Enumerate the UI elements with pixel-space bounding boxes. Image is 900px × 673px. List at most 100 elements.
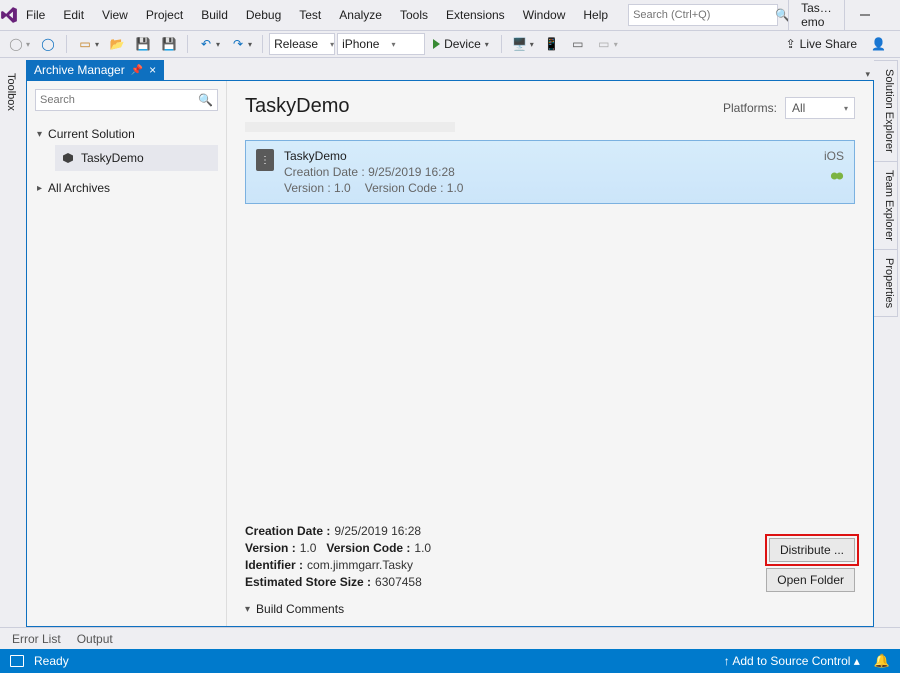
chevron-down-icon: ▾ <box>844 104 848 113</box>
archive-icon: ⋮ <box>256 149 274 171</box>
open-folder-button[interactable]: Open Folder <box>766 568 855 592</box>
menu-debug[interactable]: Debug <box>238 4 289 26</box>
tree-current-solution[interactable]: Current Solution <box>35 123 218 145</box>
platform-dropdown[interactable]: iPhone▾ <box>337 33 425 55</box>
distribute-button[interactable]: Distribute ... <box>769 538 855 562</box>
configuration-dropdown[interactable]: Release▾ <box>269 33 335 55</box>
menu-edit[interactable]: Edit <box>55 4 92 26</box>
pair-to-mac-button[interactable]: 🖥️▾ <box>508 34 538 54</box>
menu-tools[interactable]: Tools <box>392 4 436 26</box>
detail-versioncode-label: Version Code : <box>326 541 410 555</box>
tablet-button[interactable]: ▭▾ <box>592 34 622 54</box>
card-version-value: 1.0 <box>334 181 351 195</box>
quick-launch-search[interactable]: 🔍 <box>628 4 778 26</box>
menu-analyze[interactable]: Analyze <box>331 4 390 26</box>
status-window-icon <box>10 655 24 667</box>
archive-search-input[interactable] <box>40 94 198 106</box>
detail-date-label: Creation Date : <box>245 524 330 538</box>
pin-icon[interactable]: 📌 <box>131 65 143 76</box>
output-tab[interactable]: Output <box>75 630 115 648</box>
tree-label: All Archives <box>48 181 110 195</box>
device-log-button[interactable]: 📱 <box>540 34 564 54</box>
ios-badge-icon <box>830 169 844 183</box>
redo-button[interactable]: ↷▾ <box>226 34 256 54</box>
save-button[interactable]: 💾 <box>131 34 155 54</box>
card-version-label: Version : <box>284 181 331 195</box>
add-to-source-control[interactable]: ↑ Add to Source Control ▴ <box>724 654 860 668</box>
tab-overflow-button[interactable]: ▾ <box>865 69 870 80</box>
tree-project-label: TaskyDemo <box>81 151 144 165</box>
error-list-tab[interactable]: Error List <box>10 630 63 648</box>
status-bar: Ready ↑ Add to Source Control ▴ 🔔 <box>0 649 900 673</box>
live-share-label: Live Share <box>800 37 857 51</box>
card-date-label: Creation Date : <box>284 165 365 179</box>
nav-forward-button[interactable]: ◯ <box>36 34 60 54</box>
tab-title: Archive Manager <box>34 63 125 77</box>
detail-version-label: Version : <box>245 541 296 555</box>
start-target-label: Device <box>444 37 481 51</box>
menu-build[interactable]: Build <box>193 4 236 26</box>
close-tab-icon[interactable]: × <box>149 65 156 75</box>
play-icon <box>433 39 440 49</box>
undo-button[interactable]: ↶▾ <box>194 34 224 54</box>
live-share-button[interactable]: ⇪ Live Share <box>780 35 863 53</box>
live-share-icon: ⇪ <box>786 37 796 51</box>
platforms-dropdown[interactable]: All ▾ <box>785 97 855 119</box>
tree-project-item[interactable]: TaskyDemo <box>55 145 218 171</box>
archive-detail-pane: TaskyDemo Platforms: All ▾ ⋮ TaskyDemo C… <box>227 81 873 626</box>
main-toolbar: ◯▾ ◯ ▭▾ 📂 💾 💾 ↶▾ ↷▾ Release▾ iPhone▾ Dev… <box>0 30 900 58</box>
card-versioncode-label: Version Code : <box>365 181 444 195</box>
search-icon: 🔍 <box>198 93 213 107</box>
detail-version-value: 1.0 <box>300 541 317 555</box>
platforms-value: All <box>792 101 805 115</box>
configuration-value: Release <box>274 37 318 51</box>
archive-details: Creation Date : 9/25/2019 16:28 Version :… <box>245 524 855 589</box>
build-comments-label: Build Comments <box>256 602 344 616</box>
toolbox-tab[interactable]: Toolbox <box>2 66 20 118</box>
menu-extensions[interactable]: Extensions <box>438 4 513 26</box>
archive-subtitle-placeholder <box>245 122 455 132</box>
card-versioncode-value: 1.0 <box>447 181 464 195</box>
quick-launch-input[interactable] <box>633 9 775 21</box>
archive-search-box[interactable]: 🔍 <box>35 89 218 111</box>
open-file-button[interactable]: 📂 <box>105 34 129 54</box>
detail-size-label: Estimated Store Size : <box>245 575 371 589</box>
platforms-label: Platforms: <box>723 101 777 115</box>
archive-manager-tab[interactable]: Archive Manager 📌 × <box>26 60 164 80</box>
new-project-button[interactable]: ▭▾ <box>73 34 103 54</box>
tree-label: Current Solution <box>48 127 135 141</box>
menu-file[interactable]: File <box>18 4 53 26</box>
nav-back-button[interactable]: ◯▾ <box>4 34 34 54</box>
archive-name: TaskyDemo <box>284 149 463 163</box>
start-debug-button[interactable]: Device ▾ <box>427 35 495 53</box>
device-button[interactable]: ▭ <box>566 34 590 54</box>
menu-project[interactable]: Project <box>138 4 191 26</box>
menu-view[interactable]: View <box>94 4 136 26</box>
menubar: FileEditViewProjectBuildDebugTestAnalyze… <box>18 4 616 26</box>
detail-date-value: 9/25/2019 16:28 <box>334 524 421 538</box>
menu-test[interactable]: Test <box>291 4 329 26</box>
card-date-value: 9/25/2019 16:28 <box>368 165 455 179</box>
project-icon <box>63 153 73 163</box>
minimize-button[interactable] <box>845 0 885 30</box>
detail-size-value: 6307458 <box>375 575 422 589</box>
menu-window[interactable]: Window <box>515 4 574 26</box>
status-ready-label: Ready <box>34 654 69 668</box>
tree-all-archives[interactable]: All Archives <box>35 177 218 199</box>
platform-value: iPhone <box>342 37 379 51</box>
source-control-label: Add to Source Control <box>732 654 850 668</box>
archive-sidebar: 🔍 Current Solution TaskyDemo All Archive… <box>27 81 227 626</box>
archive-row[interactable]: ⋮ TaskyDemo Creation Date : 9/25/2019 16… <box>245 140 855 204</box>
build-comments-expander[interactable]: Build Comments <box>245 602 855 616</box>
maximize-button[interactable] <box>885 0 900 30</box>
detail-identifier-value: com.jimmgarr.Tasky <box>307 558 413 572</box>
archive-title: TaskyDemo <box>245 95 455 118</box>
feedback-icon[interactable]: 👤 <box>871 37 886 51</box>
menu-help[interactable]: Help <box>575 4 616 26</box>
vs-logo <box>0 0 18 30</box>
card-platform-label: iOS <box>824 149 844 163</box>
notifications-icon[interactable]: 🔔 <box>874 653 890 669</box>
solution-name-label[interactable]: Tas…emo <box>788 0 845 34</box>
detail-identifier-label: Identifier : <box>245 558 303 572</box>
save-all-button[interactable]: 💾 <box>157 34 181 54</box>
